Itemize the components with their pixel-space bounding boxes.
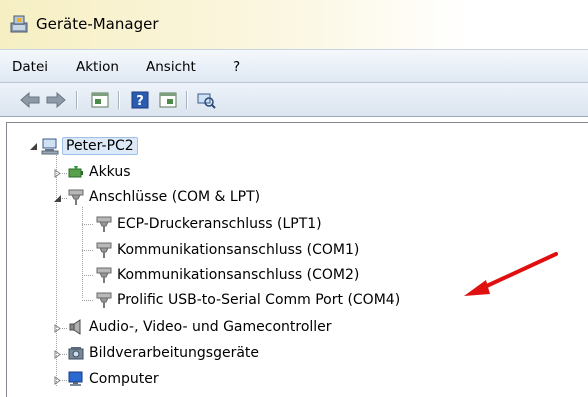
tree-item-akkus[interactable]: Akkus bbox=[67, 161, 131, 183]
camera-icon bbox=[68, 347, 84, 360]
tree-child-com4[interactable]: Prolific USB-to-Serial Comm Port (COM4) bbox=[95, 289, 400, 311]
view-icon[interactable] bbox=[158, 90, 178, 110]
expand-bildverarbeitung-icon[interactable] bbox=[53, 350, 62, 359]
expand-audio-icon[interactable] bbox=[53, 324, 62, 333]
port-icon bbox=[96, 292, 112, 308]
tree-child-com1[interactable]: Kommunikationsanschluss (COM1) bbox=[95, 239, 359, 261]
port-icon bbox=[96, 216, 112, 232]
port-icon bbox=[96, 267, 112, 283]
tree-child-com4-label: Prolific USB-to-Serial Comm Port (COM4) bbox=[117, 292, 401, 308]
collapse-anschluesse-icon[interactable] bbox=[53, 194, 62, 203]
back-icon[interactable] bbox=[20, 90, 40, 110]
tree-item-computer[interactable]: Computer bbox=[67, 368, 159, 390]
computer-icon bbox=[68, 371, 83, 386]
device-manager-icon bbox=[10, 15, 28, 33]
tree-item-anschluesse-label: Anschlüsse (COM & LPT) bbox=[89, 189, 261, 205]
tree-child-com2-label: Kommunikationsanschluss (COM2) bbox=[117, 267, 360, 283]
port-icon bbox=[68, 189, 84, 205]
tree-root[interactable]: Peter-PC2 bbox=[41, 135, 138, 157]
menu-ansicht[interactable]: Ansicht bbox=[146, 59, 196, 75]
speaker-icon bbox=[69, 319, 81, 335]
properties-icon[interactable] bbox=[90, 90, 110, 110]
collapse-root-icon[interactable] bbox=[29, 142, 38, 151]
tree-child-lpt1[interactable]: ECP-Druckeranschluss (LPT1) bbox=[95, 213, 322, 235]
menu-bar: Datei Aktion Ansicht ? bbox=[0, 49, 588, 83]
port-icon bbox=[96, 242, 112, 258]
battery-icon bbox=[68, 166, 83, 178]
expand-akkus-icon[interactable] bbox=[53, 169, 62, 178]
tree-child-lpt1-label: ECP-Druckeranschluss (LPT1) bbox=[117, 216, 322, 232]
svg-text:?: ? bbox=[136, 94, 144, 109]
tree-root-label: Peter-PC2 bbox=[62, 137, 138, 155]
menu-help[interactable]: ? bbox=[233, 59, 240, 75]
tree-item-bildverarbeitung[interactable]: Bildverarbeitungsgeräte bbox=[67, 342, 259, 364]
toolbar: ? bbox=[0, 83, 588, 117]
menu-datei[interactable]: Datei bbox=[12, 59, 48, 75]
tree-item-audio-label: Audio-, Video- und Gamecontroller bbox=[89, 319, 332, 335]
tree-item-audio[interactable]: Audio-, Video- und Gamecontroller bbox=[67, 316, 332, 338]
tree-item-computer-label: Computer bbox=[89, 371, 159, 387]
menu-aktion[interactable]: Aktion bbox=[76, 59, 119, 75]
tree-child-com2[interactable]: Kommunikationsanschluss (COM2) bbox=[95, 264, 359, 286]
help-icon[interactable]: ? bbox=[130, 90, 150, 110]
title-bar: Geräte-Manager bbox=[0, 0, 588, 49]
window-title: Geräte-Manager bbox=[36, 15, 159, 33]
annotation-arrow bbox=[464, 252, 558, 296]
tree-item-akkus-label: Akkus bbox=[89, 164, 131, 180]
expand-computer-icon[interactable] bbox=[53, 376, 62, 385]
tree-item-anschluesse[interactable]: Anschlüsse (COM & LPT) bbox=[67, 186, 260, 208]
tree-child-com1-label: Kommunikationsanschluss (COM1) bbox=[117, 242, 360, 258]
tree-item-bildverarbeitung-label: Bildverarbeitungsgeräte bbox=[89, 345, 260, 361]
computer-root-icon bbox=[41, 138, 59, 155]
scan-hardware-icon[interactable] bbox=[196, 90, 216, 110]
forward-icon[interactable] bbox=[46, 90, 66, 110]
